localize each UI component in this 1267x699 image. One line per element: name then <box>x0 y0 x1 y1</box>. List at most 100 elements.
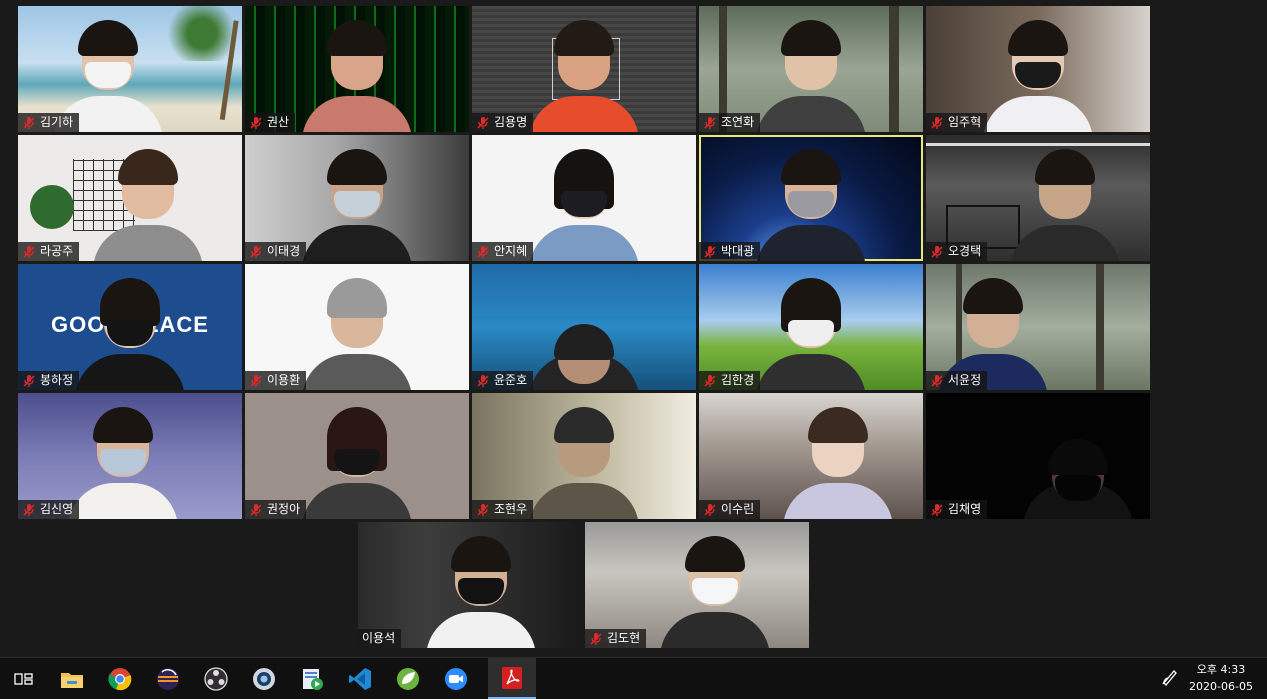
participant-tile[interactable]: 이용석 <box>358 522 582 648</box>
participant-name: 이용환 <box>267 373 301 387</box>
participant-tile[interactable]: 김신영 <box>18 393 242 519</box>
participant-tile[interactable]: 이수린 <box>699 393 923 519</box>
muted-microphone-icon <box>589 632 603 646</box>
obs-icon <box>204 666 228 691</box>
taskbar-obs[interactable] <box>192 658 240 699</box>
participant-name: 김신영 <box>40 502 74 516</box>
participant-name: 김채영 <box>948 502 982 516</box>
participant-name-tag: 조연화 <box>699 113 761 132</box>
pdf-reader-icon <box>501 666 523 690</box>
participant-tile[interactable]: 라공주 <box>18 135 242 261</box>
participant-name: 김한경 <box>721 373 755 387</box>
participant-name: 조현우 <box>494 502 528 516</box>
participant-tile[interactable]: GOOD PLACE 봉하정 <box>18 264 242 390</box>
participant-name-tag: 김용명 <box>472 113 534 132</box>
windows-taskbar: 오후 4:33 2020-06-05 <box>0 657 1267 699</box>
taskbar-pdf-reader[interactable] <box>488 658 536 699</box>
taskbar-zoom[interactable] <box>432 658 480 699</box>
participant-name: 박대광 <box>721 244 755 258</box>
participant-tile[interactable]: 조현우 <box>472 393 696 519</box>
participant-name-tag: 박대광 <box>699 242 761 261</box>
taskbar-chrome[interactable] <box>96 658 144 699</box>
participant-name: 이태경 <box>267 244 301 258</box>
taskbar-media-app[interactable] <box>288 658 336 699</box>
participant-name-tag: 김채영 <box>926 500 988 519</box>
participant-name-tag: 권정아 <box>245 500 307 519</box>
participant-tile[interactable]: 오경택 <box>926 135 1150 261</box>
camera-app-icon <box>252 667 276 691</box>
muted-microphone-icon <box>476 374 490 388</box>
muted-microphone-icon <box>703 503 717 517</box>
muted-microphone-icon <box>249 116 263 130</box>
participant-name-tag: 윤준호 <box>472 371 534 390</box>
participant-tile[interactable]: 김기하 <box>18 6 242 132</box>
taskbar-spring-tool[interactable] <box>384 658 432 699</box>
system-clock[interactable]: 오후 4:33 2020-06-05 <box>1183 661 1259 695</box>
participant-name: 오경택 <box>948 244 982 258</box>
participant-name-tag: 이수린 <box>699 500 761 519</box>
muted-microphone-icon <box>476 503 490 517</box>
eclipse-icon <box>156 667 180 691</box>
participant-name-tag: 권산 <box>245 113 296 132</box>
participant-tile[interactable]: 권정아 <box>245 393 469 519</box>
task-view-button[interactable] <box>0 658 48 699</box>
pen-workspace-icon[interactable] <box>1160 667 1180 691</box>
participant-tile-active-speaker[interactable]: 박대광 <box>699 135 923 261</box>
muted-microphone-icon <box>476 245 490 259</box>
participant-name: 라공주 <box>40 244 74 258</box>
participant-name: 조연화 <box>721 115 755 129</box>
muted-microphone-icon <box>703 245 717 259</box>
muted-microphone-icon <box>249 374 263 388</box>
taskbar-camera-app[interactable] <box>240 658 288 699</box>
muted-microphone-icon <box>703 374 717 388</box>
participant-name-tag: 김한경 <box>699 371 761 390</box>
participant-name-tag: 안지혜 <box>472 242 534 261</box>
participant-tile[interactable]: 임주혁 <box>926 6 1150 132</box>
participant-tile[interactable]: 김도현 <box>585 522 809 648</box>
participant-name: 이수린 <box>721 502 755 516</box>
participant-name-tag: 서윤정 <box>926 371 988 390</box>
participant-name: 김기하 <box>40 115 74 129</box>
spring-tool-icon <box>396 667 420 691</box>
participant-tile[interactable]: 김채영 <box>926 393 1150 519</box>
muted-microphone-icon <box>930 245 944 259</box>
participant-tile[interactable]: 이용환 <box>245 264 469 390</box>
clock-time: 오후 4:33 <box>1196 663 1246 676</box>
participant-name: 권산 <box>267 115 290 129</box>
task-view-icon <box>14 671 34 687</box>
participant-name-tag: 이용환 <box>245 371 307 390</box>
participant-name-tag: 김신영 <box>18 500 80 519</box>
participant-name: 김용명 <box>494 115 528 129</box>
muted-microphone-icon <box>249 245 263 259</box>
participant-name: 권정아 <box>267 502 301 516</box>
taskbar-vscode[interactable] <box>336 658 384 699</box>
muted-microphone-icon <box>703 116 717 130</box>
vscode-icon <box>348 667 372 691</box>
participant-name-tag: 김도현 <box>585 629 647 648</box>
video-gallery: 김기하 권산 김용명 조연화 임주혁 라공주 이태경 안지혜 박대광 오경택 G… <box>0 0 1267 657</box>
participant-tile[interactable]: 이태경 <box>245 135 469 261</box>
taskbar-eclipse[interactable] <box>144 658 192 699</box>
participant-name: 봉하정 <box>40 373 74 387</box>
participant-tile[interactable]: 안지혜 <box>472 135 696 261</box>
participant-tile[interactable]: 서윤정 <box>926 264 1150 390</box>
muted-microphone-icon <box>476 116 490 130</box>
participant-name: 이용석 <box>362 631 396 645</box>
participant-name: 안지혜 <box>494 244 528 258</box>
participant-tile[interactable]: 권산 <box>245 6 469 132</box>
taskbar-file-explorer[interactable] <box>48 658 96 699</box>
participant-tile[interactable]: 김용명 <box>472 6 696 132</box>
participant-name: 서윤정 <box>948 373 982 387</box>
participant-name-tag: 봉하정 <box>18 371 80 390</box>
participant-tile[interactable]: 김한경 <box>699 264 923 390</box>
participant-tile[interactable]: 조연화 <box>699 6 923 132</box>
clock-date: 2020-06-05 <box>1189 680 1253 693</box>
media-app-icon <box>300 667 324 691</box>
muted-microphone-icon <box>930 116 944 130</box>
participant-name-tag: 김기하 <box>18 113 80 132</box>
participant-tile[interactable]: 윤준호 <box>472 264 696 390</box>
muted-microphone-icon <box>22 374 36 388</box>
participant-name-tag: 임주혁 <box>926 113 988 132</box>
file-explorer-icon <box>60 669 84 689</box>
participant-name-tag: 이용석 <box>358 629 402 648</box>
